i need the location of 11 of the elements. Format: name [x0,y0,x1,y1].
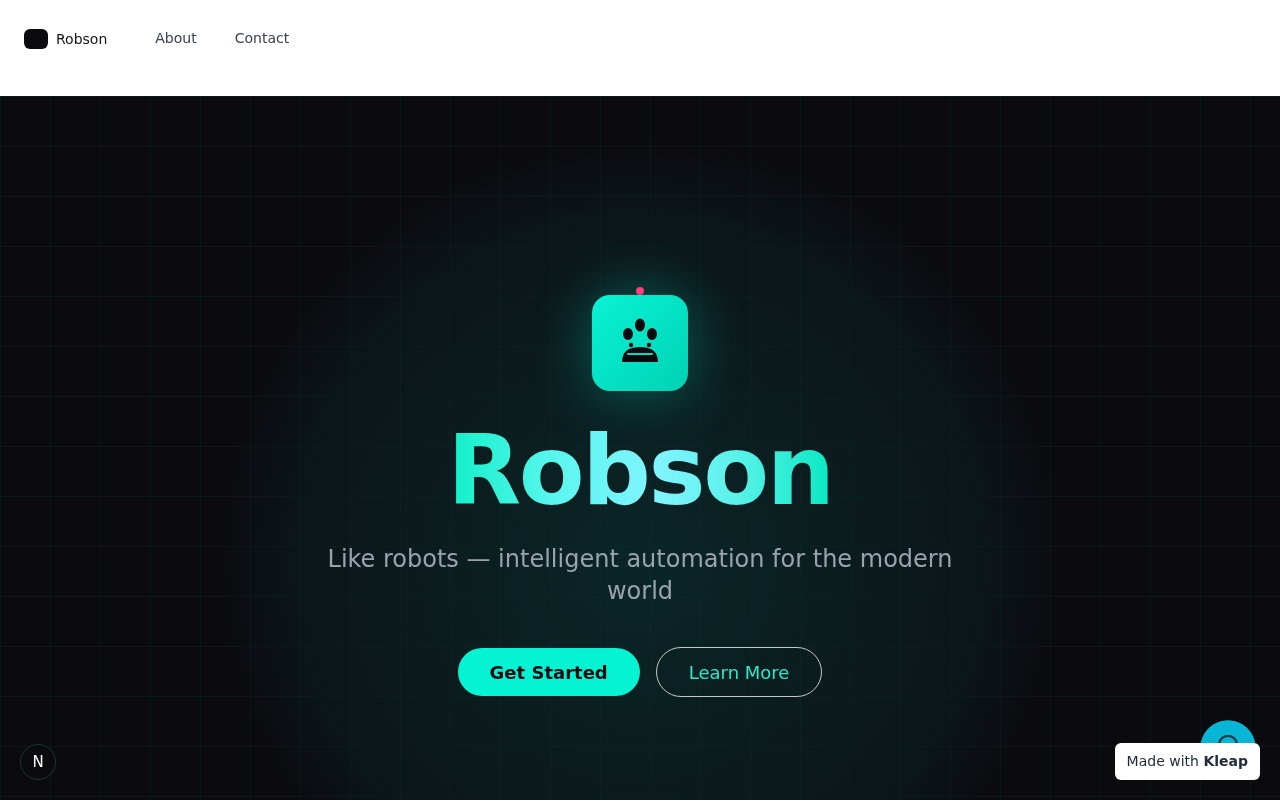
robot-icon [592,287,688,391]
nav-link[interactable]: About [155,28,197,48]
brand-logo-icon[interactable] [24,29,48,49]
brand-name[interactable]: Robson [56,28,108,50]
hero-subtitle: Like robots — intelligent automation for the modern world [326,544,954,607]
chat-button[interactable] [1200,720,1256,743]
dev-tools-badge[interactable]: N [20,744,56,780]
nav-link[interactable]: Contact [234,28,290,48]
ring-icon [1218,735,1238,743]
get-started-button[interactable]: Get Started [457,648,640,696]
made-with-badge[interactable]: Made with Kleap [1114,743,1260,780]
